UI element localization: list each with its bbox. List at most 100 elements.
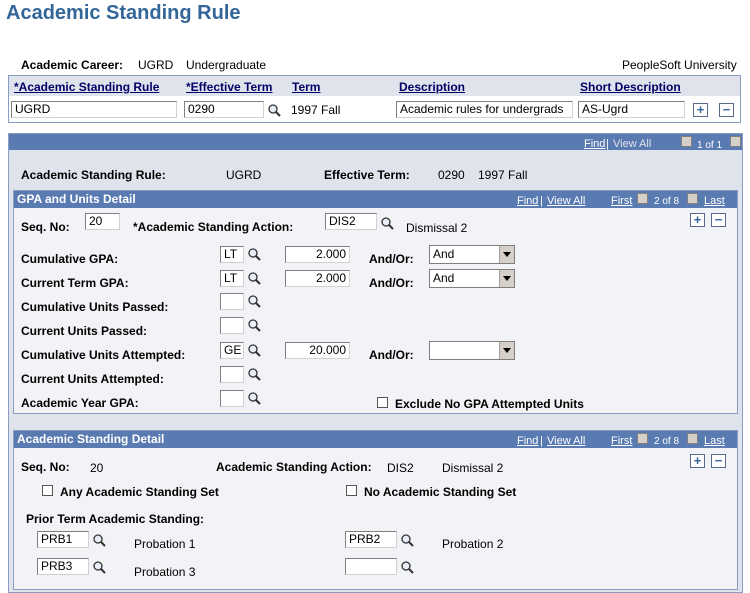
delete-row-icon[interactable]: − bbox=[719, 103, 734, 117]
nav-prev-icon[interactable] bbox=[681, 136, 692, 147]
lookup-icon[interactable] bbox=[247, 247, 261, 261]
any-standing-checkbox[interactable] bbox=[42, 485, 53, 496]
summary-term-code: 0290 bbox=[438, 168, 465, 182]
academic-year-gpa-op-input[interactable] bbox=[220, 390, 244, 407]
exclude-no-gpa-checkbox[interactable] bbox=[377, 397, 388, 408]
short-description-input[interactable]: AS-Ugrd bbox=[578, 101, 685, 118]
standing-next-icon[interactable] bbox=[687, 433, 698, 444]
lookup-icon[interactable] bbox=[247, 391, 261, 405]
description-input[interactable]: Academic rules for undergrads bbox=[396, 101, 573, 118]
col-header-effective-term[interactable]: *Effective Term bbox=[183, 78, 283, 96]
col-header-description[interactable]: Description bbox=[396, 78, 574, 96]
cum-gpa-op-input[interactable]: LT bbox=[220, 246, 244, 263]
standing-prev-icon[interactable] bbox=[637, 433, 648, 444]
prior-standing-desc-1: Probation 1 bbox=[134, 537, 196, 551]
summary-term-label: Effective Term: bbox=[324, 168, 410, 182]
gpa-seq-input[interactable]: 20 bbox=[85, 213, 120, 230]
standing-view-all-link[interactable]: View All bbox=[547, 435, 585, 447]
lookup-icon[interactable] bbox=[267, 103, 281, 117]
career-label: Academic Career: bbox=[21, 58, 124, 72]
prior-standing-input-2[interactable]: PRB2 bbox=[345, 531, 397, 548]
rule-input[interactable]: UGRD bbox=[11, 101, 177, 118]
term-gpa-andor-select[interactable]: And bbox=[429, 269, 515, 288]
term-gpa-value-input[interactable]: 2.000 bbox=[285, 270, 350, 287]
gpa-last-link[interactable]: Last bbox=[704, 195, 725, 207]
standing-first-link[interactable]: First bbox=[611, 435, 632, 447]
lookup-icon[interactable] bbox=[247, 294, 261, 308]
prior-standing-input-1[interactable]: PRB1 bbox=[37, 531, 89, 548]
effective-term-input[interactable]: 0290 bbox=[184, 101, 264, 118]
term-gpa-label: Current Term GPA: bbox=[21, 276, 129, 290]
page-title: Academic Standing Rule bbox=[6, 2, 241, 24]
cum-gpa-value-input[interactable]: 2.000 bbox=[285, 246, 350, 263]
summary-rule-value: UGRD bbox=[226, 168, 262, 182]
no-standing-label: No Academic Standing Set bbox=[364, 485, 517, 499]
top-view-all-link[interactable]: View All bbox=[613, 138, 651, 150]
cur-units-passed-label: Current Units Passed: bbox=[21, 324, 148, 338]
standing-seq-label: Seq. No: bbox=[21, 460, 70, 474]
gpa-action-label: *Academic Standing Action: bbox=[133, 220, 294, 234]
col-header-term[interactable]: Term bbox=[289, 78, 389, 96]
cum-gpa-andor-select[interactable]: And bbox=[429, 245, 515, 264]
summary-rule-label: Academic Standing Rule: bbox=[21, 168, 166, 182]
academic-year-gpa-label: Academic Year GPA: bbox=[21, 396, 139, 410]
add-row-icon[interactable]: + bbox=[693, 103, 708, 117]
any-standing-label: Any Academic Standing Set bbox=[60, 485, 219, 499]
cum-units-passed-op-input[interactable] bbox=[220, 293, 244, 310]
gpa-seq-label: Seq. No: bbox=[21, 220, 70, 234]
cum-units-attempted-andor-select[interactable] bbox=[429, 341, 515, 360]
standing-last-link[interactable]: Last bbox=[704, 435, 725, 447]
cum-gpa-label: Cumulative GPA: bbox=[21, 252, 119, 266]
dropdown-arrow-icon bbox=[499, 342, 514, 359]
standing-action-label: Academic Standing Action: bbox=[216, 460, 372, 474]
gpa-prev-icon[interactable] bbox=[637, 193, 648, 204]
cum-units-attempted-label: Cumulative Units Attempted: bbox=[21, 348, 186, 362]
summary-term-desc: 1997 Fall bbox=[478, 168, 528, 182]
lookup-icon[interactable] bbox=[247, 271, 261, 285]
no-standing-checkbox[interactable] bbox=[346, 485, 357, 496]
cur-units-attempted-label: Current Units Attempted: bbox=[21, 372, 164, 386]
standing-nav-count: 2 of 8 bbox=[654, 436, 680, 447]
gpa-add-row-icon[interactable]: + bbox=[690, 213, 705, 227]
cum-units-attempted-op-input[interactable]: GE bbox=[220, 342, 244, 359]
prior-standing-input-4[interactable] bbox=[345, 558, 397, 575]
col-header-rule[interactable]: *Academic Standing Rule bbox=[11, 78, 179, 96]
cur-units-passed-op-input[interactable] bbox=[220, 317, 244, 334]
lookup-icon[interactable] bbox=[400, 560, 414, 574]
institution-name: PeopleSoft University bbox=[622, 58, 737, 72]
top-find-link[interactable]: Find bbox=[584, 138, 605, 150]
gpa-view-all-link[interactable]: View All bbox=[547, 195, 585, 207]
standing-delete-row-icon[interactable]: − bbox=[711, 454, 726, 468]
prior-standing-desc-3: Probation 3 bbox=[134, 565, 196, 579]
lookup-icon[interactable] bbox=[380, 216, 394, 230]
lookup-icon[interactable] bbox=[400, 533, 414, 547]
lookup-icon[interactable] bbox=[92, 560, 106, 574]
term-value: 1997 Fall bbox=[291, 103, 341, 117]
standing-find-link[interactable]: Find bbox=[517, 435, 538, 447]
lookup-icon[interactable] bbox=[247, 318, 261, 332]
lookup-icon[interactable] bbox=[247, 367, 261, 381]
career-code: UGRD bbox=[138, 58, 174, 72]
prior-term-label: Prior Term Academic Standing: bbox=[26, 512, 205, 526]
nav-next-icon[interactable] bbox=[730, 136, 741, 147]
cum-gpa-andor-label: And/Or: bbox=[369, 252, 414, 266]
lookup-icon[interactable] bbox=[247, 343, 261, 357]
gpa-find-link[interactable]: Find bbox=[517, 195, 538, 207]
career-desc: Undergraduate bbox=[186, 58, 267, 72]
prior-standing-input-3[interactable]: PRB3 bbox=[37, 558, 89, 575]
standing-action-value: DIS2 bbox=[387, 461, 414, 475]
standing-add-row-icon[interactable]: + bbox=[690, 454, 705, 468]
col-header-short-description[interactable]: Short Description bbox=[577, 78, 687, 96]
term-gpa-op-input[interactable]: LT bbox=[220, 270, 244, 287]
gpa-action-input[interactable]: DIS2 bbox=[325, 213, 377, 230]
gpa-first-link[interactable]: First bbox=[611, 195, 632, 207]
lookup-icon[interactable] bbox=[92, 533, 106, 547]
dropdown-arrow-icon bbox=[499, 270, 514, 287]
standing-seq-value: 20 bbox=[90, 461, 104, 475]
cum-units-attempted-andor-label: And/Or: bbox=[369, 348, 414, 362]
cum-units-attempted-value-input[interactable]: 20.000 bbox=[285, 342, 350, 359]
gpa-next-icon[interactable] bbox=[687, 193, 698, 204]
gpa-delete-row-icon[interactable]: − bbox=[711, 213, 726, 227]
cur-units-attempted-op-input[interactable] bbox=[220, 366, 244, 383]
gpa-action-desc: Dismissal 2 bbox=[406, 221, 468, 235]
